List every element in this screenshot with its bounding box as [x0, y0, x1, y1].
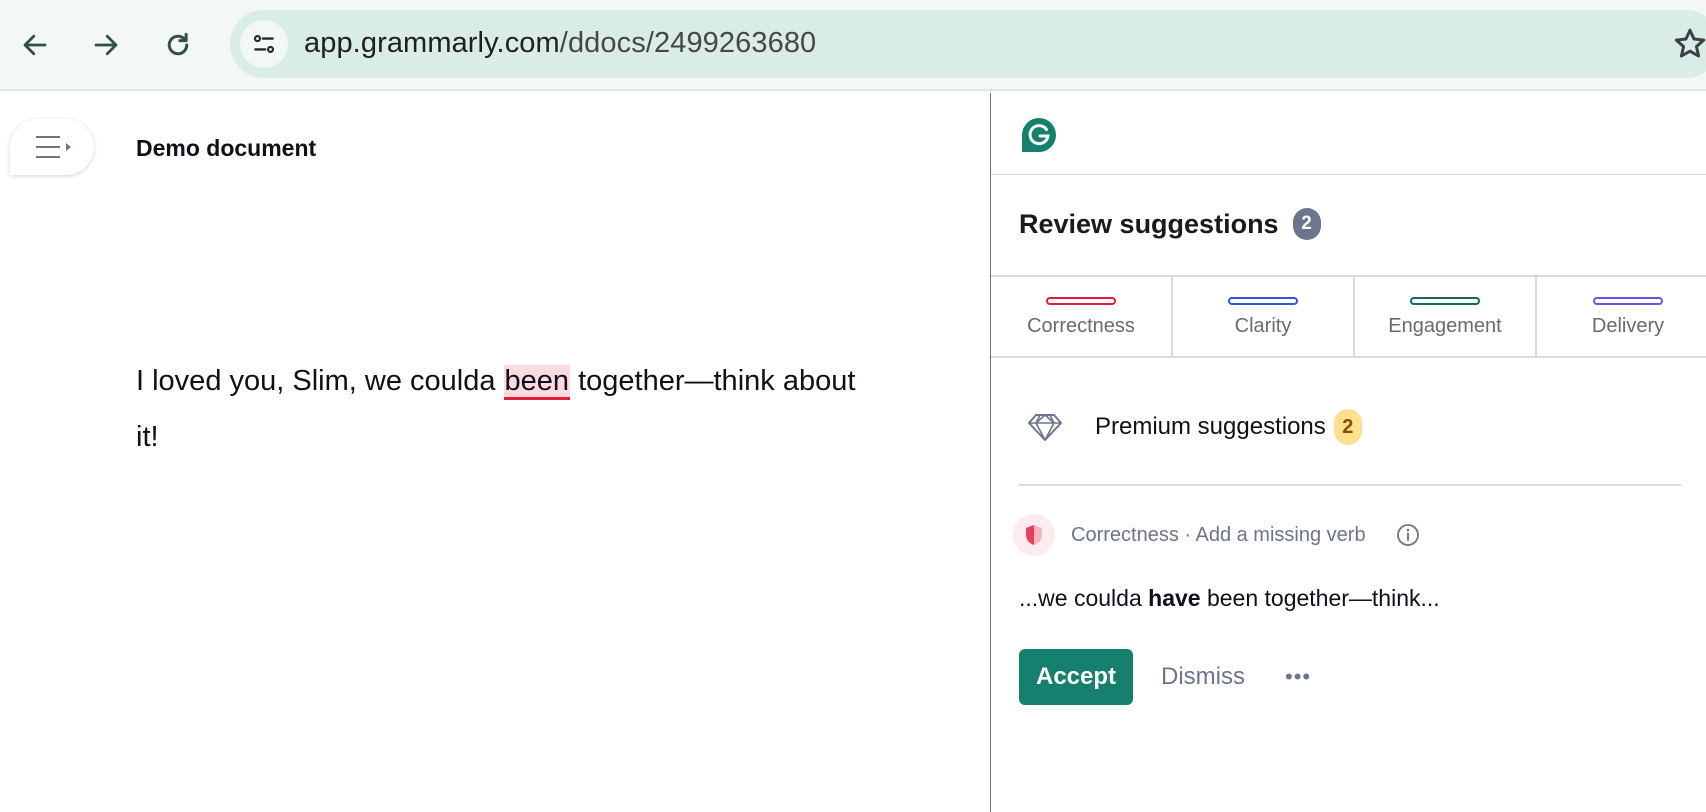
review-title-text: Review suggestions: [1019, 208, 1279, 239]
suggestion-card-header[interactable]: Correctness · Add a missing verb: [1013, 514, 1420, 556]
more-options-button[interactable]: •••: [1285, 664, 1311, 690]
arrow-left-icon: [23, 34, 47, 56]
dismiss-button[interactable]: Dismiss: [1161, 663, 1245, 691]
tab-delivery[interactable]: Delivery: [1537, 277, 1706, 356]
clarity-indicator: [1228, 297, 1298, 305]
forward-button[interactable]: [85, 24, 127, 66]
delivery-indicator: [1593, 297, 1663, 305]
browser-toolbar: app.grammarly.com/ddocs/2499263680: [0, 0, 1706, 91]
category-tabs: Correctness Clarity Engagement Delivery: [991, 275, 1706, 358]
document-editor: Demo document I loved you, Slim, we coul…: [0, 93, 990, 812]
url-text[interactable]: app.grammarly.com/ddocs/2499263680: [304, 27, 816, 60]
snippet-after: been together—think...: [1200, 585, 1440, 611]
suggestions-panel: Review suggestions 2 Correctness Clarity…: [990, 93, 1706, 812]
document-title[interactable]: Demo document: [136, 135, 316, 162]
site-info-button[interactable]: [240, 20, 288, 68]
suggestion-count-badge: 2: [1292, 208, 1321, 240]
tab-label: Correctness: [1027, 315, 1135, 337]
tune-icon: [253, 35, 275, 53]
url-host: app.grammarly.com: [304, 27, 560, 59]
review-suggestions-heading: Review suggestions 2: [1019, 208, 1321, 240]
back-button[interactable]: [14, 24, 56, 66]
suggestion-actions: Accept Dismiss •••: [1019, 649, 1311, 705]
shield-icon: [1026, 525, 1042, 545]
info-icon[interactable]: [1396, 523, 1420, 547]
section-divider: [1019, 484, 1681, 486]
accept-button[interactable]: Accept: [1019, 649, 1133, 705]
tab-clarity[interactable]: Clarity: [1173, 277, 1355, 356]
snippet-before: ...we coulda: [1019, 585, 1149, 611]
address-bar[interactable]: app.grammarly.com/ddocs/2499263680: [230, 10, 1706, 78]
tab-label: Engagement: [1388, 315, 1502, 337]
tab-correctness[interactable]: Correctness: [991, 277, 1173, 356]
suggestion-category: Correctness · Add a missing verb: [1071, 523, 1366, 546]
url-path: /ddocs/2499263680: [559, 27, 817, 59]
tab-label: Clarity: [1234, 315, 1292, 337]
diamond-icon: [1028, 414, 1062, 441]
panel-header: [991, 93, 1706, 175]
premium-count-badge: 2: [1333, 409, 1362, 445]
correctness-indicator: [1046, 297, 1116, 305]
premium-suggestions-label: Premium suggestions: [1095, 413, 1326, 440]
menu-icon: [36, 136, 71, 158]
arrow-right-icon: [94, 34, 118, 56]
correctness-badge: [1013, 514, 1055, 556]
text-segment: I loved you, Slim, we coulda: [136, 365, 504, 397]
tab-engagement[interactable]: Engagement: [1355, 277, 1537, 356]
flagged-word[interactable]: been: [503, 365, 571, 400]
suggestion-snippet: ...we coulda have been together—think...: [1019, 585, 1440, 612]
reload-icon: [167, 32, 189, 56]
premium-suggestions-row[interactable]: Premium suggestions 2: [1027, 409, 1362, 445]
reload-button[interactable]: [157, 24, 199, 66]
engagement-indicator: [1410, 297, 1480, 305]
star-icon[interactable]: [1672, 26, 1706, 62]
snippet-insertion: have: [1148, 585, 1201, 611]
document-body[interactable]: I loved you, Slim, we coulda been togeth…: [136, 353, 876, 465]
grammarly-logo[interactable]: [1021, 117, 1057, 153]
tab-label: Delivery: [1591, 315, 1665, 337]
sidebar-toggle-button[interactable]: [10, 119, 94, 175]
